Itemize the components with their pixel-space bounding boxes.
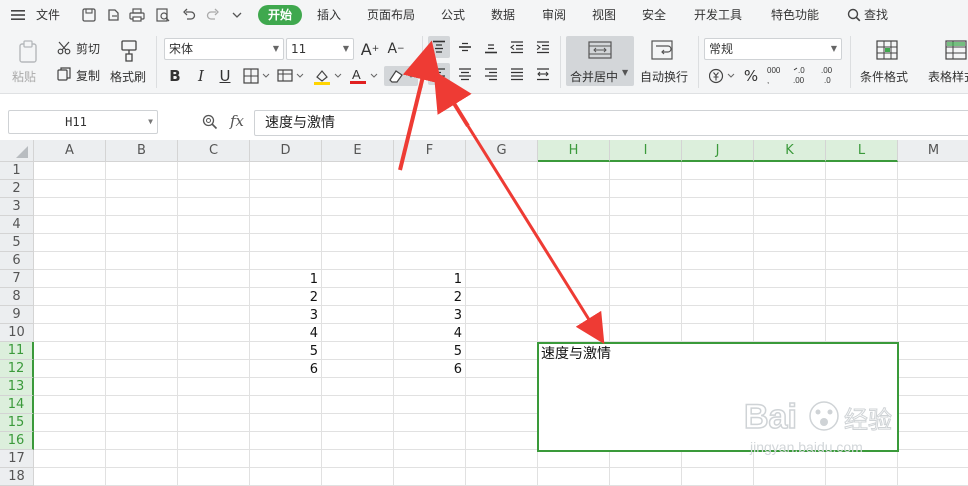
arrow-to-merged-cell bbox=[466, 125, 605, 345]
annotation-arrows bbox=[398, 40, 605, 345]
arrow-to-align-left bbox=[433, 70, 472, 128]
arrow-to-align-top bbox=[398, 40, 442, 171]
